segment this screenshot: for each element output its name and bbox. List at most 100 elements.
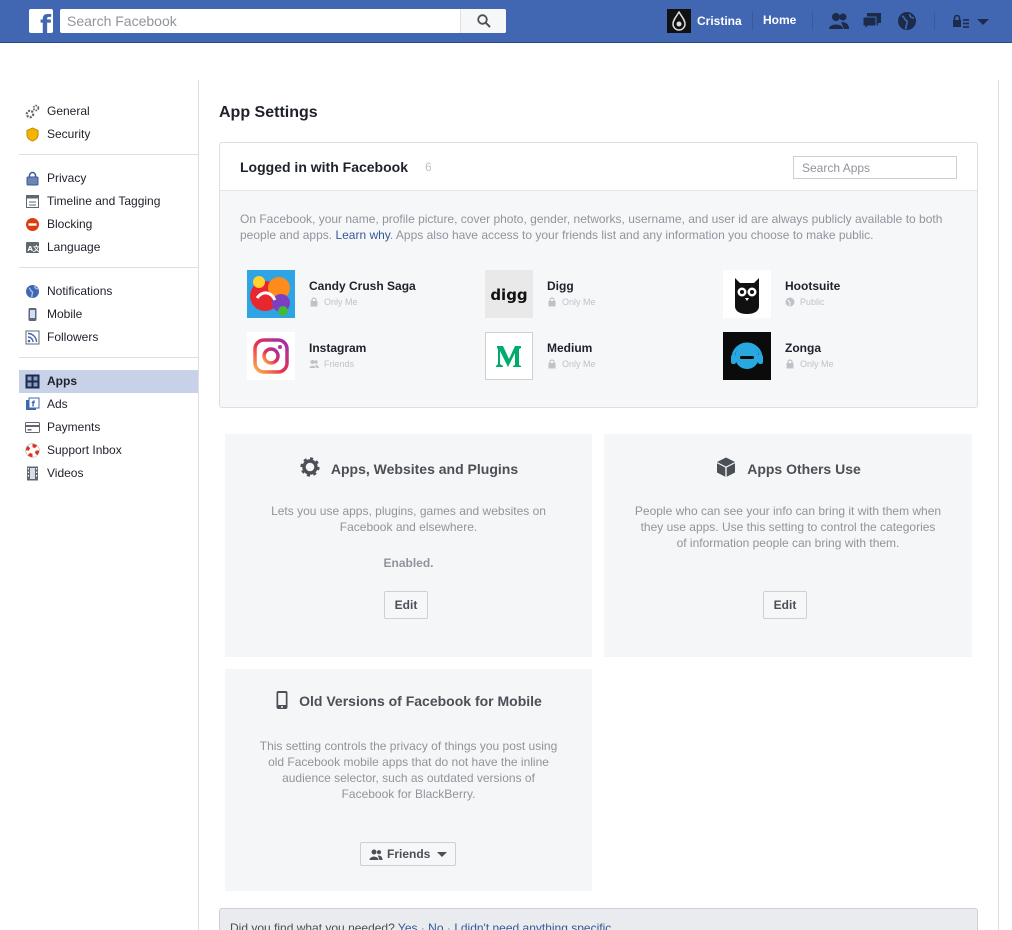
home-link[interactable]: Home (763, 13, 796, 27)
apps-icon (25, 374, 40, 389)
search-input[interactable] (60, 9, 460, 33)
search-icon (477, 14, 491, 28)
block-icon (25, 217, 40, 232)
sidebar-group-privacy: Privacy Timeline and Tagging Blocking A文… (19, 167, 198, 268)
gears-icon (25, 104, 40, 119)
feedback-no-link[interactable]: No (428, 921, 443, 930)
apps-count: 6 (425, 160, 432, 174)
app-tile-instagram[interactable]: Instagram Friends (247, 332, 467, 380)
svg-text:f: f (32, 400, 36, 409)
facebook-logo[interactable]: f (29, 9, 53, 33)
card-description: People who can see your info can bring i… (634, 504, 942, 550)
rss-icon (25, 330, 40, 345)
sidebar-item-security[interactable]: Security (19, 123, 198, 146)
apps-description: On Facebook, your name, profile picture,… (240, 212, 943, 242)
feedback-bar: Did you find what you needed? Yes · No ·… (219, 908, 978, 930)
sidebar-group-apps: Apps f Ads Payments Support Inbox Videos (19, 370, 198, 493)
candy-crush-logo (247, 270, 295, 318)
notifications-globe-icon[interactable] (896, 11, 918, 31)
search-button[interactable] (460, 9, 506, 33)
card-apps-websites-plugins: Apps, Websites and Plugins Lets you use … (225, 434, 592, 657)
card-title: Old Versions of Facebook for Mobile (225, 690, 592, 710)
card-icon (25, 420, 40, 435)
sidebar-group-account: General Security (19, 100, 198, 155)
apps-panel-title: Logged in with Facebook (240, 159, 408, 175)
sidebar-item-support-inbox[interactable]: Support Inbox (19, 439, 198, 462)
app-privacy: Only Me (309, 297, 358, 307)
card-title: Apps Others Use (604, 456, 972, 478)
medium-logo (485, 332, 533, 380)
badge-icon (25, 127, 40, 142)
sidebar-item-mobile[interactable]: Mobile (19, 303, 198, 326)
sidebar-item-ads[interactable]: f Ads (19, 393, 198, 416)
feedback-other-link[interactable]: I didn't need anything specific (454, 921, 611, 930)
app-tile-medium[interactable]: Medium Only Me (485, 332, 705, 380)
lock-icon (548, 297, 556, 307)
card-old-mobile-versions: Old Versions of Facebook for Mobile This… (225, 669, 592, 891)
lock-icon (25, 171, 40, 186)
page-title: App Settings (219, 104, 318, 121)
card-status: Enabled. (383, 556, 434, 570)
card-description: This setting controls the privacy of thi… (259, 739, 558, 801)
cube-icon (717, 457, 736, 477)
apps-search-box (793, 156, 957, 179)
sidebar-item-payments[interactable]: Payments (19, 416, 198, 439)
audience-selector-dropdown[interactable]: Friends (360, 842, 457, 866)
app-tile-candy-crush[interactable]: Candy Crush Saga Only Me (247, 270, 467, 318)
sidebar-item-timeline[interactable]: Timeline and Tagging (19, 190, 198, 213)
app-privacy: Only Me (785, 359, 834, 369)
card-title: Apps, Websites and Plugins (225, 456, 592, 478)
avatar (667, 9, 691, 33)
chevron-down-icon (437, 851, 448, 857)
app-privacy: Public (785, 297, 825, 307)
sidebar-item-followers[interactable]: Followers (19, 326, 198, 349)
mobile-icon (25, 307, 40, 322)
app-tile-zonga[interactable]: Zonga Only Me (723, 332, 943, 380)
feedback-yes-link[interactable]: Yes (398, 921, 418, 930)
drop-avatar-icon (672, 11, 686, 31)
apps-panel-header: Logged in with Facebook 6 (220, 143, 977, 191)
timeline-icon (25, 194, 40, 209)
card-description: Lets you use apps, plugins, games and we… (271, 504, 546, 534)
nav-divider (934, 12, 935, 30)
lock-icon (548, 359, 556, 369)
card-apps-others-use: Apps Others Use People who can see your … (604, 434, 972, 657)
edit-apps-others-use-button[interactable]: Edit (763, 591, 807, 619)
sidebar-item-apps[interactable]: Apps (19, 370, 198, 393)
profile-link[interactable]: Cristina (667, 9, 742, 33)
messages-icon[interactable] (861, 11, 883, 31)
profile-name: Cristina (697, 14, 742, 28)
sidebar-item-blocking[interactable]: Blocking (19, 213, 198, 236)
edit-apps-platform-button[interactable]: Edit (384, 591, 428, 619)
nav-divider (812, 12, 813, 30)
globe-icon (785, 297, 795, 307)
app-privacy: Only Me (547, 297, 596, 307)
hootsuite-logo (723, 270, 771, 318)
globe-icon (25, 284, 40, 299)
search-box (60, 9, 506, 33)
privacy-shortcuts-icon[interactable] (950, 11, 972, 31)
lifebuoy-icon (25, 443, 40, 458)
svg-text:digg: digg (490, 286, 527, 304)
account-menu-icon[interactable] (976, 11, 990, 31)
app-tile-digg[interactable]: digg Digg Only Me (485, 270, 705, 318)
lock-icon (786, 359, 794, 369)
friend-requests-icon[interactable] (828, 11, 850, 31)
logged-in-apps-panel: Logged in with Facebook 6 On Facebook, y… (219, 142, 978, 408)
search-apps-input[interactable] (794, 157, 956, 178)
instagram-logo (247, 332, 295, 380)
language-icon: A文 (25, 240, 40, 255)
nav-divider (752, 12, 753, 30)
sidebar-item-language[interactable]: A文 Language (19, 236, 198, 259)
ads-icon: f (25, 397, 40, 412)
sidebar-item-notifications[interactable]: Notifications (19, 280, 198, 303)
app-tile-hootsuite[interactable]: Hootsuite Public (723, 270, 943, 318)
app-privacy: Only Me (547, 359, 596, 369)
learn-why-link[interactable]: Learn why (335, 228, 389, 242)
sidebar-item-privacy[interactable]: Privacy (19, 167, 198, 190)
sidebar-group-notifications: Notifications Mobile Followers (19, 280, 198, 358)
sidebar-item-videos[interactable]: Videos (19, 462, 198, 485)
mobile-phone-icon (276, 691, 288, 709)
sidebar-item-general[interactable]: General (19, 100, 198, 123)
content-divider-left (198, 80, 199, 930)
